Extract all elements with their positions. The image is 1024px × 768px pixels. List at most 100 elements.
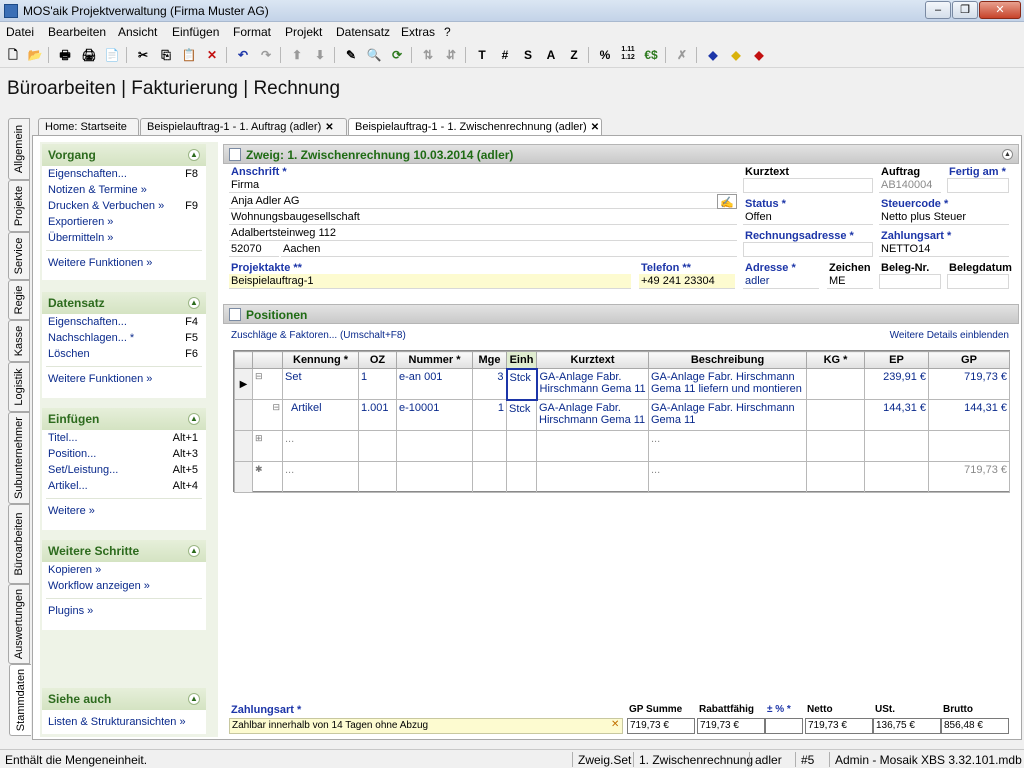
cut-icon[interactable]: ✂ <box>134 46 152 64</box>
link-set-leistung[interactable]: Set/Leistung... Alt+5 <box>42 462 206 478</box>
link-ds-eigenschaften[interactable]: Eigenschaften... F4 <box>42 314 206 330</box>
col-einh[interactable]: Einh <box>506 351 537 369</box>
col-oz[interactable]: OZ <box>358 351 397 369</box>
col-ep[interactable]: EP <box>864 351 929 369</box>
edit-icon[interactable]: ✎ <box>342 46 360 64</box>
netto-field[interactable]: 719,73 € <box>805 718 873 734</box>
link-workflow[interactable]: Workflow anzeigen » <box>42 578 206 594</box>
undo-icon[interactable]: ↶ <box>234 46 252 64</box>
col-kg[interactable]: KG * <box>806 351 865 369</box>
link-loeschen[interactable]: Löschen F6 <box>42 346 206 362</box>
link-eigenschaften[interactable]: Eigenschaften... F8 <box>42 166 206 182</box>
link-drucken[interactable]: Drucken & Verbuchen » F9 <box>42 198 206 214</box>
vtab-auswertungen[interactable]: Auswertungen <box>8 584 30 664</box>
document-icon[interactable]: 📄 <box>103 46 121 64</box>
status-field[interactable]: Offen <box>743 210 873 225</box>
details-link[interactable]: Weitere Details einblenden <box>890 330 1009 341</box>
print-preview-icon[interactable]: 🖶 <box>56 46 74 64</box>
link-uebermitteln[interactable]: Übermitteln » <box>42 230 206 246</box>
puzzle-yellow-icon[interactable]: ◆ <box>727 46 745 64</box>
text-column-button[interactable]: T <box>473 46 491 64</box>
col-nummer[interactable]: Nummer * <box>396 351 473 369</box>
print-icon[interactable]: 🖨 <box>80 46 98 64</box>
percent-field[interactable] <box>765 718 803 734</box>
brutto-field[interactable]: 856,48 € <box>941 718 1009 734</box>
collapse-icon[interactable]: ▲ <box>188 297 200 309</box>
vtab-bueroarbeiten[interactable]: Büroarbeiten <box>8 504 30 584</box>
col-kennung[interactable]: Kennung * <box>282 351 359 369</box>
link-exportieren[interactable]: Exportieren » <box>42 214 206 230</box>
table-row[interactable]: ⊟ Artikel 1.001 e-10001 1 Stck GA-Anlage… <box>234 399 1010 431</box>
rechnungsadresse-field[interactable] <box>743 242 873 257</box>
table-row[interactable]: ⊞ ... ... <box>234 430 1010 462</box>
vtab-stammdaten[interactable]: Stammdaten <box>9 664 31 736</box>
link-plugins[interactable]: Plugins » <box>42 603 206 619</box>
redo-icon[interactable]: ↷ <box>257 46 275 64</box>
ust-field[interactable]: 136,75 € <box>873 718 941 734</box>
zeichen-field[interactable]: ME <box>827 274 873 289</box>
link-position[interactable]: Position... Alt+3 <box>42 446 206 462</box>
anschrift-line1[interactable]: Firma <box>229 178 737 193</box>
telefon-field[interactable]: +49 241 23304 <box>639 274 735 289</box>
link-weitere[interactable]: Weitere » <box>42 503 206 519</box>
footer-zahlungsart-field[interactable]: Zahlbar innerhalb von 14 Tagen ohne Abzu… <box>229 718 623 734</box>
rabatt-field[interactable]: 719,73 € <box>697 718 765 734</box>
link-notizen[interactable]: Notizen & Termine » <box>42 182 206 198</box>
link-kopieren[interactable]: Kopieren » <box>42 562 206 578</box>
collapse-tree-icon[interactable]: ⊟ <box>252 368 283 400</box>
menu-datensatz[interactable]: Datensatz <box>336 25 390 39</box>
s-column-button[interactable]: S <box>519 46 537 64</box>
clear-icon[interactable]: ✕ <box>609 718 623 734</box>
vtab-kasse[interactable]: Kasse <box>8 320 30 362</box>
menu-format[interactable]: Format <box>233 25 271 39</box>
zahlungsart-field[interactable]: NETTO14 <box>879 242 1009 257</box>
col-gp[interactable]: GP <box>928 351 1010 369</box>
collapse-icon[interactable]: ▲ <box>188 693 200 705</box>
find-icon[interactable]: 🔍 <box>365 46 383 64</box>
menu-ansicht[interactable]: Ansicht <box>118 25 157 39</box>
menu-bearbeiten[interactable]: Bearbeiten <box>48 25 106 39</box>
new-icon[interactable]: 🗋 <box>4 46 22 64</box>
menu-projekt[interactable]: Projekt <box>285 25 322 39</box>
adresse-field[interactable]: adler <box>743 274 819 289</box>
ort-field[interactable]: Aachen <box>281 242 737 257</box>
move-up-icon[interactable]: ⬆ <box>288 46 306 64</box>
menu-help[interactable]: ? <box>444 25 451 39</box>
steuercode-field[interactable]: Netto plus Steuer <box>879 210 1009 225</box>
kurztext-field[interactable] <box>743 178 873 193</box>
collapse-icon[interactable]: ▲ <box>188 149 200 161</box>
collapse-icon[interactable]: ▲ <box>1002 149 1013 160</box>
percent-button[interactable]: % <box>596 46 614 64</box>
maximize-button[interactable]: ❐ <box>952 1 978 19</box>
close-button[interactable]: ✕ <box>979 1 1021 19</box>
puzzle-blue-icon[interactable]: ◆ <box>704 46 722 64</box>
projektakte-field[interactable]: Beispielauftrag-1 <box>229 274 631 289</box>
gp-summe-field[interactable]: 719,73 € <box>627 718 695 734</box>
address-book-icon[interactable]: ✍ <box>717 194 737 209</box>
link-listen[interactable]: Listen & Strukturansichten » <box>42 714 206 730</box>
table-row[interactable]: ✱ ... ... 719,73 € <box>234 461 1010 493</box>
row-selector-icon[interactable]: ▶ <box>234 368 253 400</box>
tab-auftrag[interactable]: Beispielauftrag-1 - 1. Auftrag (adler) ✕ <box>140 118 347 136</box>
paste-icon[interactable]: 📋 <box>180 46 198 64</box>
vtab-projekte[interactable]: Projekte <box>8 180 30 232</box>
col-kurztext[interactable]: Kurztext <box>536 351 649 369</box>
zuschlaege-link[interactable]: Zuschläge & Faktoren... (Umschalt+F8) <box>231 330 406 341</box>
link-artikel[interactable]: Artikel... Alt+4 <box>42 478 206 494</box>
col-mge[interactable]: Mge <box>472 351 507 369</box>
fertig-field[interactable] <box>947 178 1009 193</box>
menu-extras[interactable]: Extras <box>401 25 435 39</box>
vtab-regie[interactable]: Regie <box>8 280 30 320</box>
vtab-subunternehmer[interactable]: Subunternehmer <box>8 412 30 504</box>
expand-tree-icon[interactable]: ⊞ <box>252 430 283 462</box>
minimize-button[interactable]: – <box>925 1 951 19</box>
table-row[interactable]: ▶ ⊟ Set 1 e-an 001 3 Stck GA-Anlage Fabr… <box>234 367 1010 401</box>
link-titel[interactable]: Titel... Alt+1 <box>42 430 206 446</box>
puzzle-red-icon[interactable]: ◆ <box>750 46 768 64</box>
move-down-icon[interactable]: ⬇ <box>311 46 329 64</box>
menu-datei[interactable]: Datei <box>6 25 34 39</box>
sort-asc-icon[interactable]: ⇅ <box>419 46 437 64</box>
einh-cell-selected[interactable]: Stck <box>505 367 538 401</box>
collapse-icon[interactable]: ▲ <box>188 413 200 425</box>
numbering-button[interactable]: 1.11 1.12 <box>619 46 637 64</box>
